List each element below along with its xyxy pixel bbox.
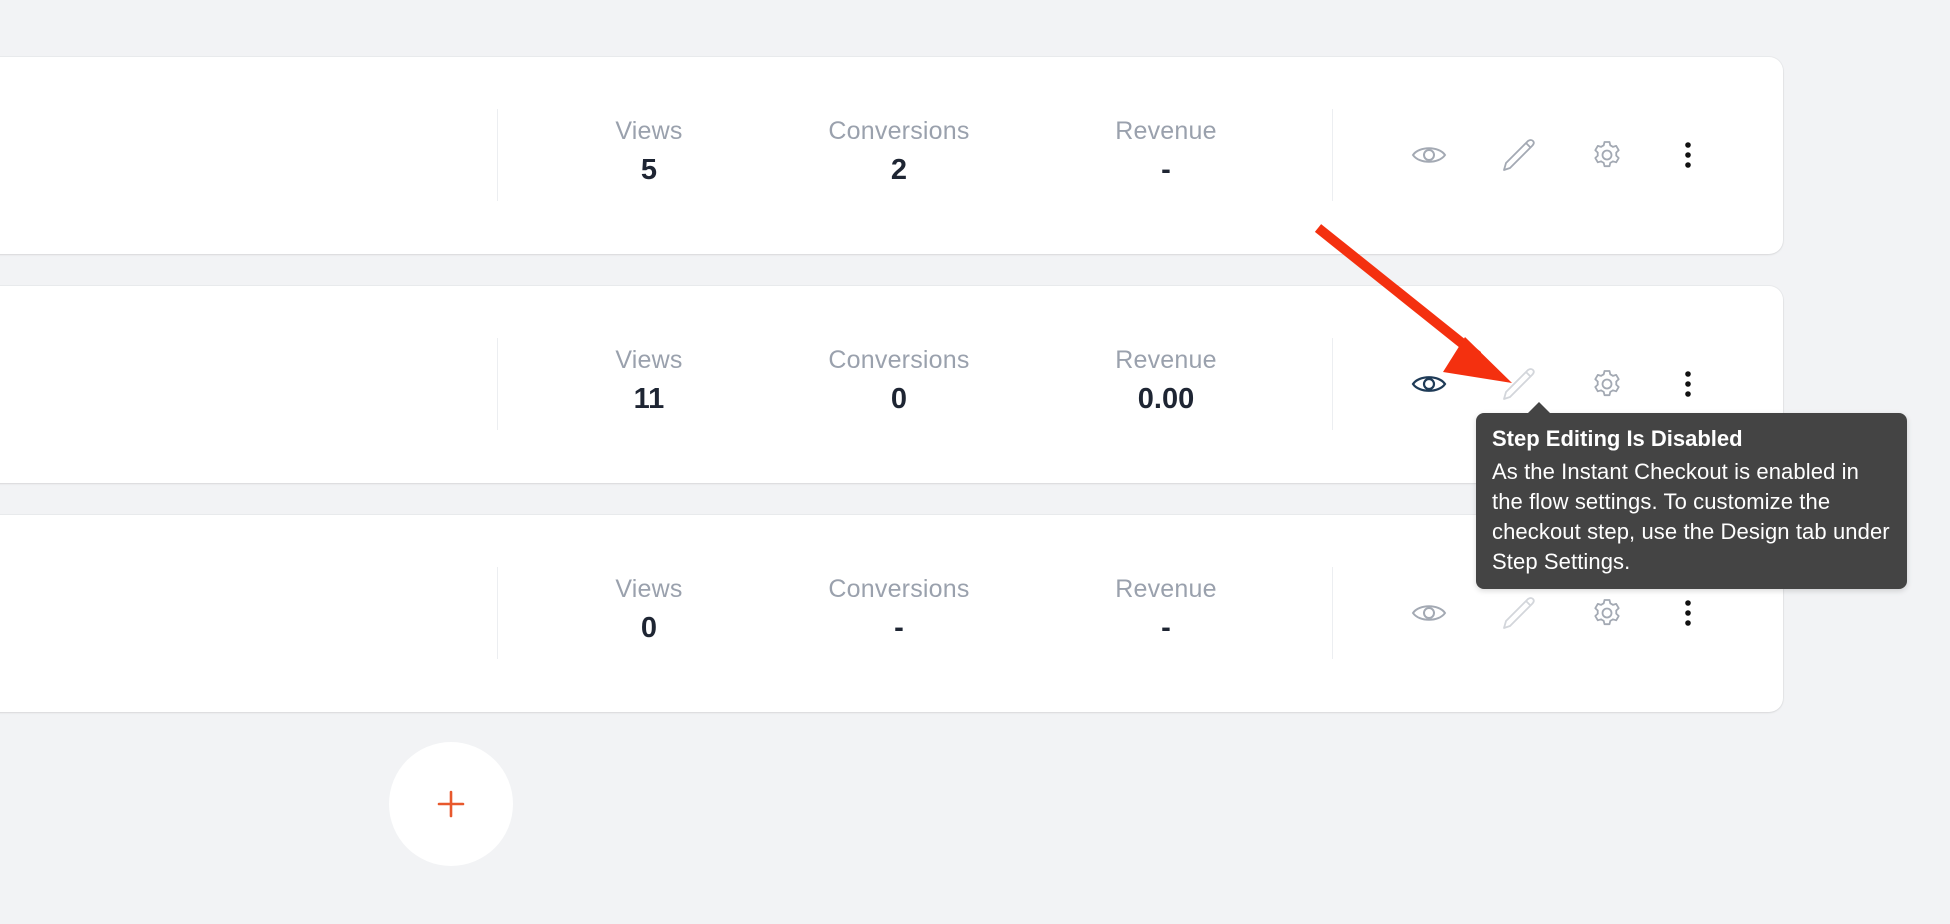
metric-revenue: Revenue - <box>1066 574 1266 646</box>
kebab-menu-icon <box>1685 371 1691 397</box>
metric-label: Views <box>615 575 683 603</box>
metric-value: 11 <box>633 383 665 415</box>
step-actions <box>1383 593 1710 633</box>
step-editing-disabled-tooltip: Step Editing Is Disabled As the Instant … <box>1476 402 1907 589</box>
metric-label: Views <box>615 117 683 145</box>
plus-icon <box>437 790 465 818</box>
preview-button[interactable] <box>1407 591 1451 635</box>
divider <box>1332 109 1333 201</box>
more-options-button[interactable] <box>1666 362 1710 406</box>
edit-button-disabled[interactable] <box>1496 362 1540 406</box>
edit-button-disabled[interactable] <box>1496 591 1540 635</box>
eye-icon <box>1411 376 1447 392</box>
metric-value: 2 <box>890 154 908 186</box>
metric-conversions: Conversions 0 <box>799 345 999 417</box>
metric-value: 0 <box>640 612 658 644</box>
metric-value: - <box>1161 612 1171 644</box>
metric-label: Revenue <box>1115 346 1217 374</box>
metric-label: Views <box>615 346 683 374</box>
metric-views: Views 5 <box>549 116 749 188</box>
metric-label: Revenue <box>1115 117 1217 145</box>
kebab-menu-icon <box>1685 142 1691 168</box>
tooltip-title: Step Editing Is Disabled <box>1492 426 1743 451</box>
divider <box>1332 567 1333 659</box>
step-actions <box>1383 135 1710 175</box>
pencil-icon <box>1503 597 1535 629</box>
preview-button[interactable] <box>1407 362 1451 406</box>
pencil-icon <box>1503 368 1535 400</box>
gear-icon <box>1594 370 1620 397</box>
metric-label: Conversions <box>828 575 970 603</box>
step-actions <box>1383 364 1710 404</box>
eye-icon <box>1411 605 1447 621</box>
divider <box>497 338 498 430</box>
metric-label: Revenue <box>1115 575 1217 603</box>
divider <box>1332 338 1333 430</box>
metric-value: 0.00 <box>1137 383 1195 415</box>
gear-icon <box>1594 141 1620 168</box>
settings-button[interactable] <box>1585 362 1629 406</box>
more-options-button[interactable] <box>1666 133 1710 177</box>
step-card: Views 5 Conversions 2 Revenue - <box>0 57 1783 254</box>
metric-value: 5 <box>640 154 658 186</box>
kebab-menu-icon <box>1685 600 1691 626</box>
pencil-icon <box>1503 139 1535 171</box>
metric-value: - <box>894 612 904 644</box>
tooltip-body: As the Instant Checkout is enabled in th… <box>1492 459 1890 574</box>
metric-views: Views 0 <box>549 574 749 646</box>
edit-button[interactable] <box>1496 133 1540 177</box>
gear-icon <box>1594 599 1620 626</box>
eye-icon <box>1411 147 1447 163</box>
metric-revenue: Revenue 0.00 <box>1066 345 1266 417</box>
divider <box>497 109 498 201</box>
preview-button[interactable] <box>1407 133 1451 177</box>
metric-label: Conversions <box>828 117 970 145</box>
metric-conversions: Conversions 2 <box>799 116 999 188</box>
metric-label: Conversions <box>828 346 970 374</box>
metric-conversions: Conversions - <box>799 574 999 646</box>
add-step-button[interactable] <box>389 742 513 866</box>
metric-views: Views 11 <box>549 345 749 417</box>
metric-revenue: Revenue - <box>1066 116 1266 188</box>
divider <box>497 567 498 659</box>
settings-button[interactable] <box>1585 133 1629 177</box>
metric-value: 0 <box>890 383 908 415</box>
settings-button[interactable] <box>1585 591 1629 635</box>
metric-value: - <box>1161 154 1171 186</box>
more-options-button[interactable] <box>1666 591 1710 635</box>
